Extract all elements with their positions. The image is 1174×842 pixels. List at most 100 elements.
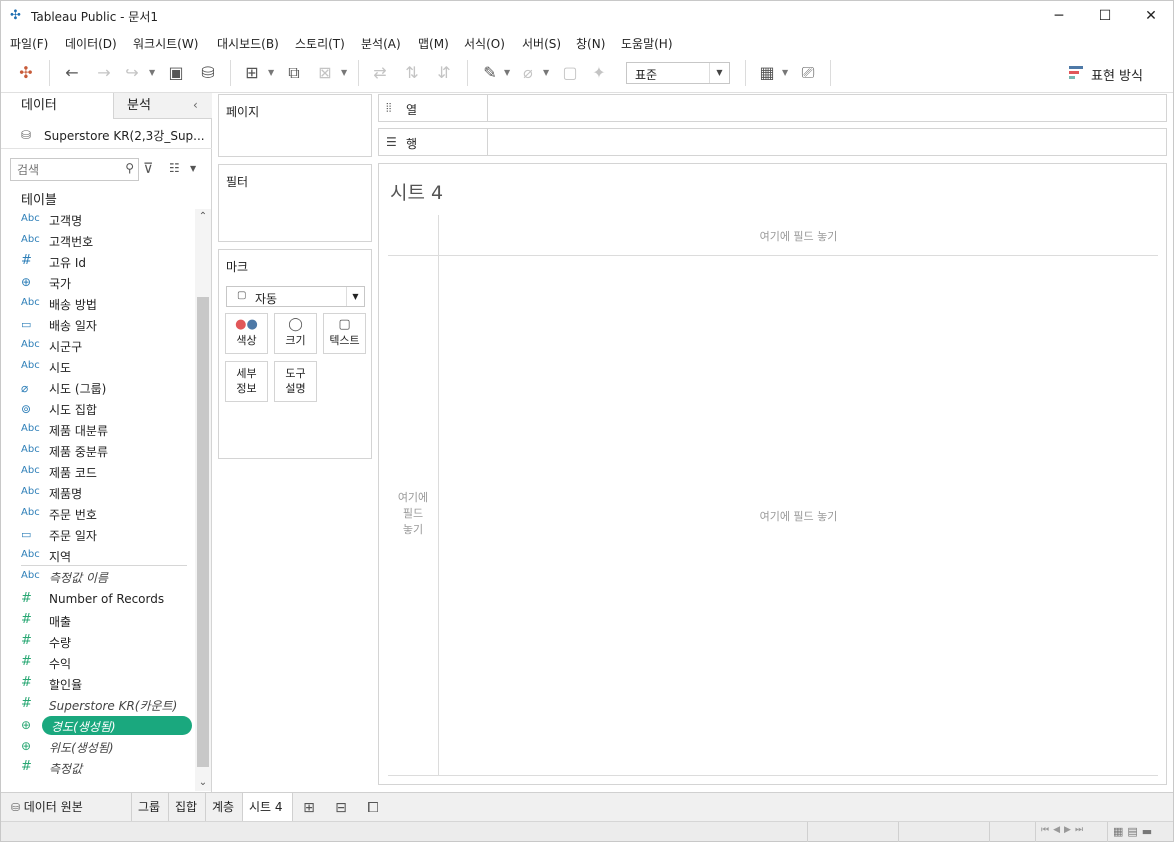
new-story-icon[interactable]: ⧠ [360,797,386,819]
list-item-selected[interactable]: ⊕ 경도(생성됨) [1,715,195,736]
field-search-input[interactable] [11,159,121,180]
list-item[interactable]: Abc 주문 번호 [1,503,195,524]
text-button[interactable]: ▢ 텍스트 [323,313,366,354]
tooltip-button[interactable]: 도구 설명 [274,361,317,402]
sheet-tab-active[interactable]: 시트 4 [243,793,293,822]
new-worksheet-icon[interactable]: ⊞ [241,62,263,84]
collapse-pane-icon[interactable]: ‹ [193,98,198,112]
list-item[interactable]: Abc 고객명 [1,209,195,230]
fit-dropdown[interactable]: 표준 ▼ [626,62,730,84]
new-worksheet-icon[interactable]: ⊞ [296,797,322,819]
tableau-home-icon[interactable]: ✣ [15,62,37,84]
view-canvas[interactable]: 시트 4 여기에 필드 놓기 여기에 필드 놓기 여기에 필드 놓기 [378,163,1167,785]
menu-dashboard[interactable]: 대시보드(B) [217,35,279,52]
group-members-icon[interactable]: ⌀ [517,62,539,84]
sheet-title[interactable]: 시트 4 [390,178,443,205]
new-datasource-icon[interactable]: ⛁ [197,62,219,84]
list-item[interactable]: Abc 제품 대분류 [1,419,195,440]
list-item[interactable]: Abc 측정값 이름 [1,566,195,587]
view-list-icon[interactable]: ☷ [169,161,180,175]
datasource-item[interactable]: ⛁ Superstore KR(2,3강_Sup... [1,119,212,149]
list-item[interactable]: Abc 시군구 [1,335,195,356]
mark-type-dropdown[interactable]: ▢ 자동 ▼ [226,286,365,307]
list-item[interactable]: Abc 고객번호 [1,230,195,251]
menu-window[interactable]: 창(N) [576,35,605,52]
swap-rows-columns-icon[interactable]: ⇄ [369,62,391,84]
list-item[interactable]: Abc 제품 코드 [1,461,195,482]
chevron-down-icon[interactable]: ⌄ [195,775,211,791]
drop-field-zone-rows[interactable]: 여기에 필드 놓기 [388,490,438,538]
sheet-navigation-icons[interactable]: ⏮◀▶⏭ [1041,825,1087,835]
list-item[interactable]: Abc 배송 방법 [1,293,195,314]
menu-server[interactable]: 서버(S) [522,35,561,52]
menu-help[interactable]: 도움말(H) [621,35,673,52]
view-caret-icon[interactable]: ▼ [190,164,196,173]
clear-sheet-icon[interactable]: ⊠ [314,62,336,84]
maximize-button[interactable]: ☐ [1082,1,1128,31]
show-mark-labels-icon[interactable]: ▢ [559,62,581,84]
list-item[interactable]: ⌀ 시도 (그룹) [1,377,195,398]
undo-icon[interactable]: ← [61,62,83,84]
list-item[interactable]: ⊚ 시도 집합 [1,398,195,419]
list-item[interactable]: # 할인율 [1,673,195,694]
list-item[interactable]: # 매출 [1,610,195,631]
list-item[interactable]: ⊕ 위도(생성됨) [1,736,195,757]
sheet-tab[interactable]: 집합 [169,793,206,822]
columns-shelf[interactable]: ⦙⦙ 열 [378,94,1167,122]
list-item[interactable]: # 수량 [1,631,195,652]
minimize-button[interactable]: ─ [1036,1,1082,31]
redo-icon[interactable]: → [93,62,115,84]
menu-worksheet[interactable]: 워크시트(W) [133,35,198,52]
show-cards-caret-icon[interactable]: ▼ [782,62,790,84]
menu-file[interactable]: 파일(F) [10,35,48,52]
menu-analysis[interactable]: 분석(A) [361,35,401,52]
list-item[interactable]: ▭ 배송 일자 [1,314,195,335]
list-item[interactable]: ▭ 주문 일자 [1,524,195,545]
list-item[interactable]: # Number of Records [1,589,195,610]
list-item[interactable]: # 측정값 [1,757,195,778]
sort-descending-icon[interactable]: ⇵ [433,62,455,84]
group-caret-icon[interactable]: ▼ [543,62,551,84]
color-button[interactable]: ●● 색상 [225,313,268,354]
rows-shelf[interactable]: ☰ 행 [378,128,1167,156]
menu-map[interactable]: 맵(M) [418,35,449,52]
new-worksheet-caret-icon[interactable]: ▼ [268,62,276,84]
sheet-tab[interactable]: 계층 [206,793,243,822]
datasource-tab[interactable]: ⛁ 데이터 원본 [1,793,132,822]
detail-button[interactable]: 세부 정보 [225,361,268,402]
list-item[interactable]: # 수익 [1,652,195,673]
highlight-caret-icon[interactable]: ▼ [504,62,512,84]
replay-caret-icon[interactable]: ▼ [149,62,157,84]
list-item[interactable]: Abc 제품명 [1,482,195,503]
field-list-scrollbar[interactable]: ⌃ ⌄ [195,209,211,791]
list-item[interactable]: Abc 제품 중분류 [1,440,195,461]
save-icon[interactable]: ▣ [165,62,187,84]
drop-field-zone-columns[interactable]: 여기에 필드 놓기 [439,228,1158,244]
chevron-up-icon[interactable]: ⌃ [195,209,211,225]
filters-card[interactable]: 필터 [218,164,372,242]
duplicate-sheet-icon[interactable]: ⧉ [283,62,305,84]
list-item[interactable]: # 고유 Id [1,251,195,272]
tab-data[interactable]: 데이터 [1,93,114,119]
menu-format[interactable]: 서식(O) [464,35,505,52]
scrollbar-thumb[interactable] [197,297,209,767]
sheet-view-mode-icons[interactable]: ▦▤▬ [1113,825,1156,838]
sort-ascending-icon[interactable]: ⇅ [401,62,423,84]
menu-data[interactable]: 데이터(D) [65,35,117,52]
list-item[interactable]: # Superstore KR(카운트) [1,694,195,715]
size-button[interactable]: ◯ 크기 [274,313,317,354]
pages-card[interactable]: 페이지 [218,94,372,157]
show-cards-icon[interactable]: ▦ [756,62,778,84]
close-button[interactable]: ✕ [1128,1,1174,31]
filter-icon[interactable]: ⊽ [143,161,153,177]
replay-icon[interactable]: ↪ [121,62,143,84]
sheet-tab[interactable]: 그룹 [132,793,169,822]
new-dashboard-icon[interactable]: ⊟ [328,797,354,819]
list-item[interactable]: Abc 지역 [1,545,195,566]
highlight-icon[interactable]: ✎ [479,62,501,84]
list-item[interactable]: Abc 시도 [1,356,195,377]
list-item[interactable]: ⊕ 국가 [1,272,195,293]
presentation-mode-icon[interactable]: ⎚ [797,62,819,84]
clear-sheet-caret-icon[interactable]: ▼ [341,62,349,84]
fix-axes-icon[interactable]: ✦ [588,62,610,84]
